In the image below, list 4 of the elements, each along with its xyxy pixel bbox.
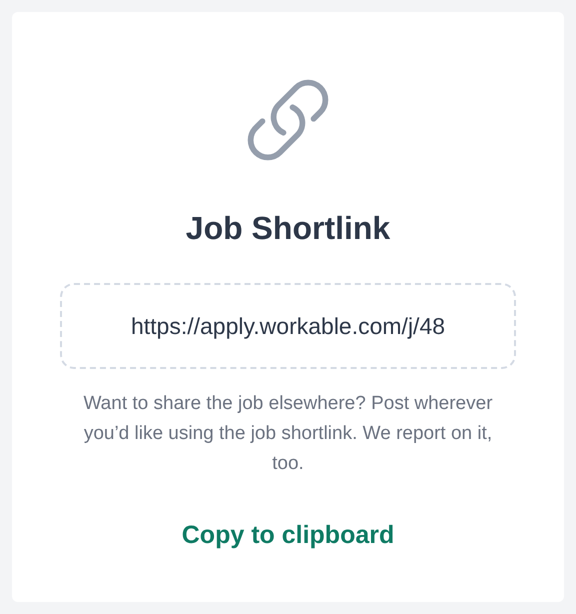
copy-link[interactable]: Copy to clipboard	[182, 517, 394, 554]
description-text: Want to share the job elsewhere? Post wherever you’d like using the job shortlink. We report on it, too.	[82, 392, 494, 476]
card-title: Job Shortlink	[186, 209, 390, 248]
shortlink-field[interactable]: https://apply.workable.com/j/48	[60, 283, 516, 369]
